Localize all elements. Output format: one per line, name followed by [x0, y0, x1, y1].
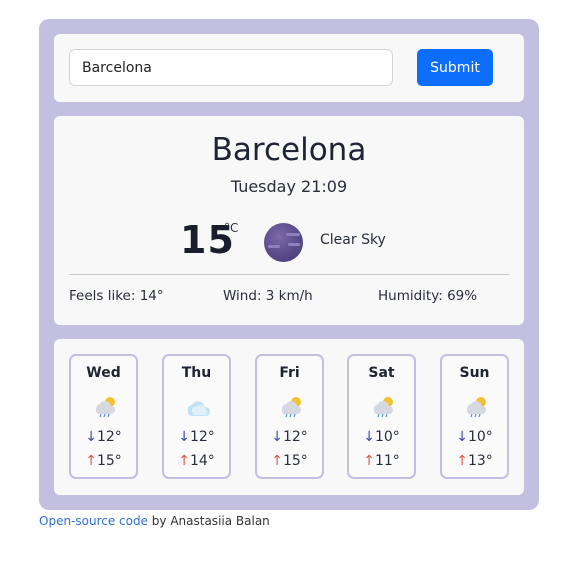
rain-sun-icon: [373, 397, 393, 418]
arrow-up-icon: ↑: [85, 453, 97, 469]
open-source-link[interactable]: Open-source code: [39, 514, 148, 528]
forecast-day-name: Thu: [181, 365, 212, 381]
forecast-min-temp: ↓12°: [178, 429, 215, 445]
city-name: Barcelona: [211, 132, 367, 168]
forecast-max-temp: ↑14°: [178, 453, 215, 469]
rain-sun-icon: [281, 397, 301, 418]
current-datetime: Tuesday 21:09: [230, 177, 348, 196]
city-search-input[interactable]: [69, 49, 393, 86]
rain-sun-icon: [466, 397, 486, 418]
weather-description: Clear Sky: [320, 232, 386, 248]
wind-speed: Wind: 3 km/h: [223, 288, 313, 304]
temperature-unit: °C: [224, 221, 239, 235]
forecast-day-name: Sat: [368, 365, 395, 381]
forecast-max-temp: ↑15°: [85, 453, 122, 469]
forecast-min-temp: ↓10°: [363, 429, 400, 445]
weather-app: Submit Barcelona Tuesday 21:09 15 °C Cle…: [39, 19, 539, 510]
forecast-max-temp: ↑15°: [271, 453, 308, 469]
forecast-min-temp: ↓10°: [456, 429, 493, 445]
arrow-up-icon: ↑: [456, 453, 468, 469]
arrow-down-icon: ↓: [456, 429, 468, 445]
arrow-down-icon: ↓: [85, 429, 97, 445]
search-form: Submit: [54, 34, 524, 102]
forecast-card: Wed ↓12° ↑15° Thu ↓12° ↑14° Fri ↓12° ↑15…: [54, 339, 524, 495]
forecast-day: Thu ↓12° ↑14°: [162, 354, 231, 479]
forecast-day: Sun ↓10° ↑13°: [440, 354, 509, 479]
arrow-down-icon: ↓: [271, 429, 283, 445]
submit-button[interactable]: Submit: [417, 49, 493, 86]
footer: Open-source code by Anastasiia Balan: [39, 514, 270, 528]
divider: [69, 274, 509, 275]
forecast-max-temp: ↑13°: [456, 453, 493, 469]
feels-like: Feels like: 14°: [69, 288, 164, 304]
forecast-min-temp: ↓12°: [271, 429, 308, 445]
forecast-day-name: Wed: [86, 365, 121, 381]
arrow-up-icon: ↑: [178, 453, 190, 469]
forecast-min-temp: ↓12°: [85, 429, 122, 445]
arrow-up-icon: ↑: [271, 453, 283, 469]
arrow-up-icon: ↑: [363, 453, 375, 469]
current-weather-card: Barcelona Tuesday 21:09 15 °C Clear Sky …: [54, 116, 524, 325]
arrow-down-icon: ↓: [178, 429, 190, 445]
forecast-day-name: Fri: [279, 365, 300, 381]
forecast-day: Sat ↓10° ↑11°: [347, 354, 416, 479]
forecast-max-temp: ↑11°: [363, 453, 400, 469]
forecast-day: Wed ↓12° ↑15°: [69, 354, 138, 479]
author-credit: by Anastasiia Balan: [147, 514, 270, 528]
arrow-down-icon: ↓: [363, 429, 375, 445]
forecast-day: Fri ↓12° ↑15°: [255, 354, 324, 479]
rain-sun-icon: [95, 397, 115, 418]
forecast-day-name: Sun: [459, 365, 490, 381]
humidity: Humidity: 69%: [378, 288, 478, 304]
night-clear-moon-icon: [264, 223, 303, 262]
temperature-row: 15 °C Clear Sky: [54, 218, 524, 264]
cloud-icon: [187, 401, 211, 416]
